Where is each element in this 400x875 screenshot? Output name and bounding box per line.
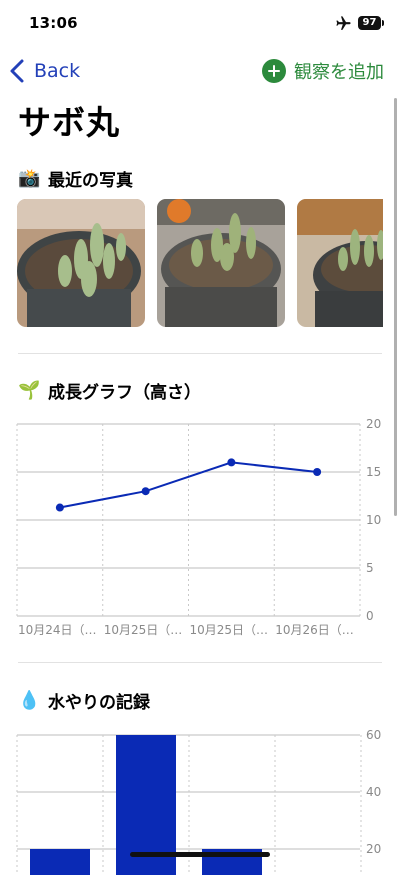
data-point bbox=[313, 468, 322, 476]
water-section-header: 💧 水やりの記録 bbox=[18, 688, 150, 713]
scrollbar[interactable] bbox=[394, 98, 397, 516]
section-divider bbox=[18, 662, 382, 663]
x-tick-label: 10月25日（… bbox=[190, 623, 269, 637]
section-divider bbox=[18, 353, 382, 354]
x-tick-label: 10月25日（… bbox=[104, 623, 183, 637]
cactus-photo-3 bbox=[297, 199, 383, 327]
photo-carousel[interactable] bbox=[17, 199, 383, 329]
y-tick-label: 40 bbox=[366, 785, 381, 799]
photo-thumbnail[interactable] bbox=[157, 199, 285, 327]
cactus-photo-1 bbox=[17, 199, 145, 327]
y-tick-label: 60 bbox=[366, 728, 381, 742]
growth-section-title: 成長グラフ（高さ） bbox=[48, 383, 201, 403]
battery-indicator: 97 bbox=[358, 16, 381, 30]
seedling-icon: 🌱 bbox=[18, 380, 41, 401]
photo-thumbnail[interactable] bbox=[17, 199, 145, 327]
add-observation-label: 観察を追加 bbox=[294, 62, 384, 83]
airplane-mode-icon bbox=[336, 16, 351, 30]
data-point bbox=[141, 487, 150, 496]
data-point bbox=[55, 503, 64, 512]
water-bar bbox=[30, 849, 90, 875]
add-observation-button[interactable]: 観察を追加 bbox=[262, 56, 384, 86]
cactus-photo-2 bbox=[157, 199, 285, 327]
droplet-icon: 💧 bbox=[18, 690, 41, 711]
camera-icon: 📸 bbox=[18, 168, 41, 189]
y-tick-label: 10 bbox=[366, 513, 381, 527]
y-tick-label: 15 bbox=[366, 465, 381, 479]
battery-cap bbox=[382, 20, 384, 26]
chevron-left-icon bbox=[10, 59, 24, 83]
status-time: 13:06 bbox=[29, 14, 78, 32]
status-bar: 13:06 97 bbox=[0, 0, 400, 48]
growth-section-header: 🌱 成長グラフ（高さ） bbox=[18, 378, 201, 403]
home-indicator[interactable] bbox=[130, 852, 270, 857]
growth-line-chart: 0 5 10 15 20 10月24日（… 10月25日（… 10月25日（… 10月26日（… bbox=[16, 417, 386, 644]
y-tick-label: 20 bbox=[366, 417, 381, 431]
back-button-label: Back bbox=[34, 60, 81, 82]
back-button[interactable]: Back bbox=[8, 56, 80, 86]
growth-line-chart-svg: 0 5 10 15 20 10月24日（… 10月25日（… 10月25日（… 10月26日（… bbox=[16, 417, 381, 637]
y-tick-label: 20 bbox=[366, 842, 381, 856]
plus-circle-icon bbox=[262, 59, 286, 83]
photo-thumbnail[interactable] bbox=[297, 199, 383, 327]
x-tick-label: 10月26日（… bbox=[275, 623, 354, 637]
photos-section-title: 最近の写真 bbox=[48, 171, 133, 191]
water-section-title: 水やりの記録 bbox=[48, 693, 150, 713]
y-tick-label: 0 bbox=[366, 609, 374, 623]
page-title: サボ丸 bbox=[18, 103, 120, 142]
navigation-bar: Back 観察を追加 bbox=[0, 52, 400, 90]
photos-section-header: 📸 最近の写真 bbox=[18, 166, 133, 191]
data-point bbox=[227, 458, 236, 467]
x-tick-label: 10月24日（… bbox=[18, 623, 97, 637]
y-tick-label: 5 bbox=[366, 561, 374, 575]
